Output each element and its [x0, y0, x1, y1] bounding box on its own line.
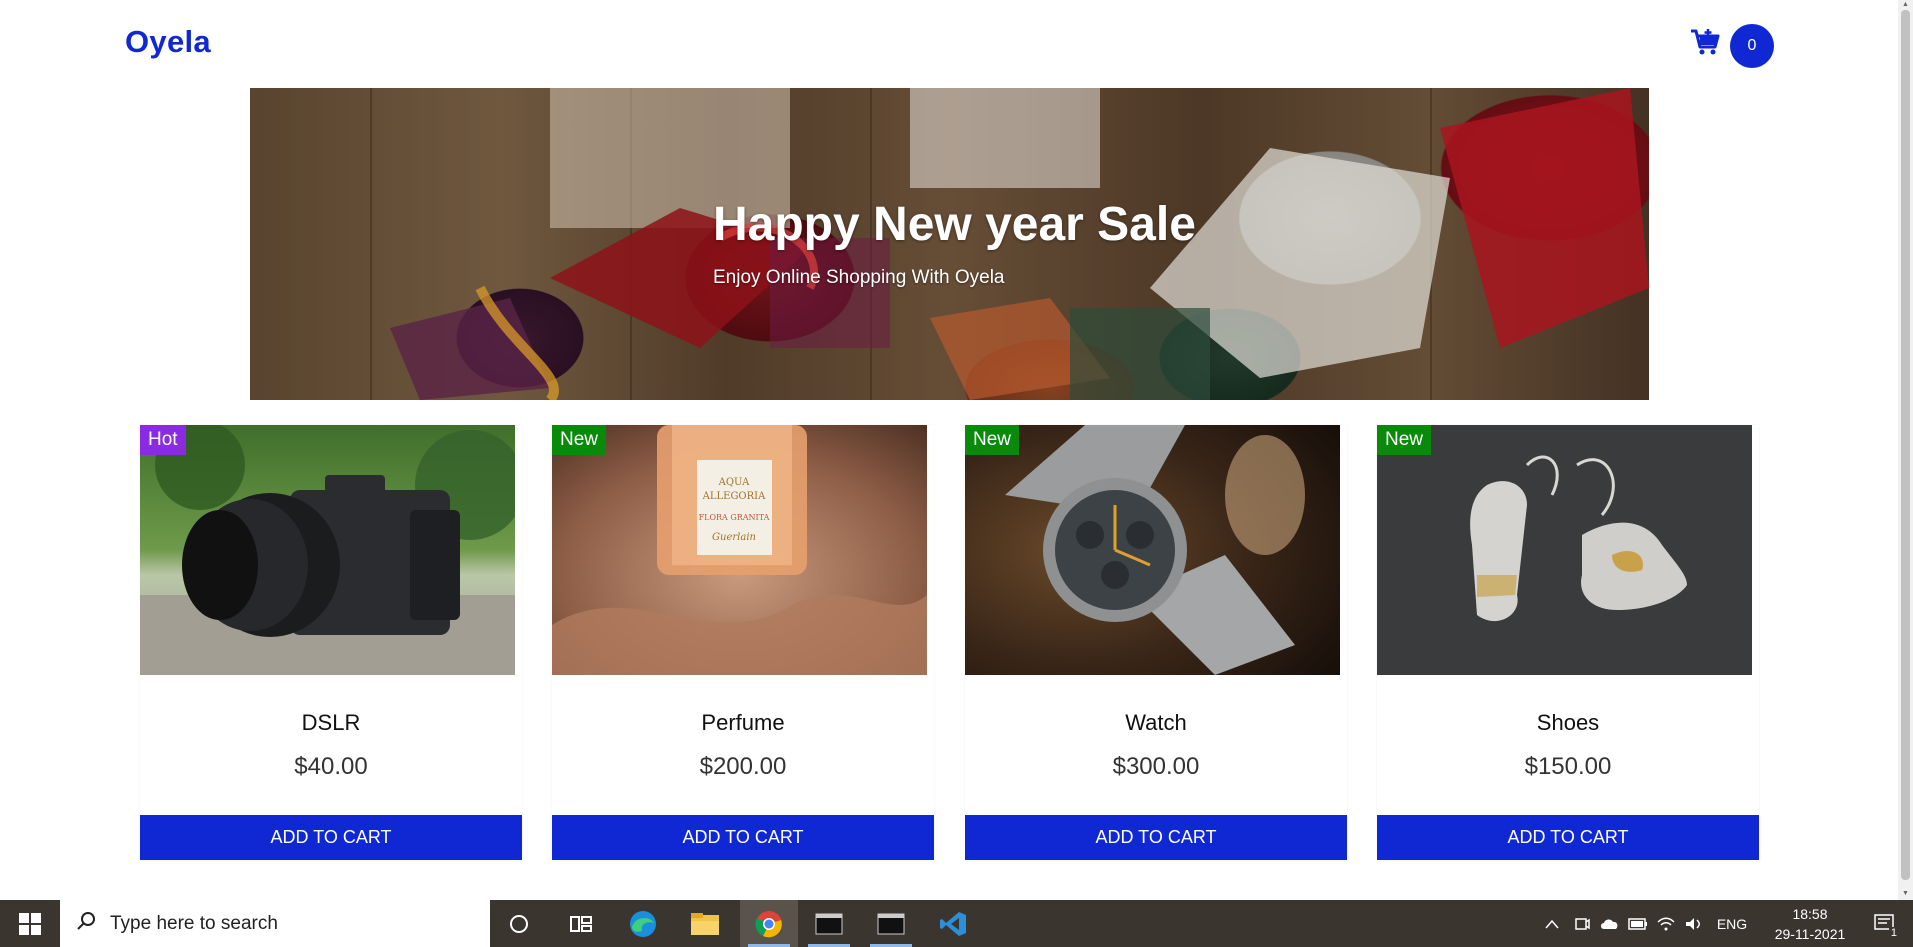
svg-text:ALLEGORIA: ALLEGORIA — [702, 491, 766, 502]
task-view-icon[interactable] — [552, 900, 610, 947]
chevron-up-icon[interactable] — [1540, 900, 1564, 947]
cart-icon[interactable] — [1690, 28, 1720, 56]
product-name[interactable]: Perfume — [552, 710, 934, 736]
svg-text:Guerlain: Guerlain — [712, 532, 756, 543]
notification-center-icon[interactable]: 1 — [1865, 900, 1905, 947]
product-card-watch: New Watch $300.00 ADD TO CART — [965, 425, 1347, 860]
product-image-watch[interactable] — [965, 425, 1340, 675]
new-badge: New — [552, 425, 607, 455]
file-explorer-icon[interactable] — [676, 900, 734, 947]
language-indicator[interactable]: ENG — [1712, 900, 1752, 947]
chrome-icon[interactable] — [740, 900, 798, 947]
terminal-icon[interactable] — [862, 900, 920, 947]
product-image-dslr[interactable] — [140, 425, 515, 675]
battery-icon[interactable] — [1626, 900, 1650, 947]
product-name[interactable]: Watch — [965, 710, 1347, 736]
product-name[interactable]: DSLR — [140, 710, 522, 736]
product-card-dslr: Hot DSLR $40.00 ADD TO CART — [140, 425, 522, 860]
add-to-cart-button[interactable]: ADD TO CART — [552, 815, 934, 860]
wifi-icon[interactable] — [1654, 900, 1678, 947]
product-price: $300.00 — [1112, 753, 1200, 780]
meet-now-icon[interactable] — [1570, 900, 1594, 947]
product-image-shoes[interactable] — [1377, 425, 1752, 675]
new-badge: New — [1377, 425, 1432, 455]
add-to-cart-button[interactable]: ADD TO CART — [965, 815, 1347, 860]
product-card-perfume: AQUA ALLEGORIA FLORA GRANITA Guerlain Ne… — [552, 425, 934, 860]
product-price: $40.00 — [294, 753, 368, 780]
product-price: $150.00 — [1524, 753, 1612, 780]
scroll-down-arrow-icon[interactable]: ▼ — [1898, 888, 1913, 900]
clock-time: 18:58 — [1792, 906, 1828, 922]
clock-date: 29-11-2021 — [1774, 926, 1846, 942]
taskbar-search-box[interactable]: Type here to search — [60, 900, 490, 947]
scrollbar-thumb[interactable] — [1901, 10, 1910, 880]
onedrive-icon[interactable] — [1598, 900, 1622, 947]
hero-subtitle: Enjoy Online Shopping With Oyela — [713, 267, 1005, 288]
vscode-icon[interactable] — [924, 900, 982, 947]
windows-start-icon[interactable] — [0, 900, 60, 947]
edge-icon[interactable] — [614, 900, 672, 947]
volume-icon[interactable] — [1682, 900, 1706, 947]
terminal-icon[interactable] — [800, 900, 858, 947]
product-image-perfume[interactable]: AQUA ALLEGORIA FLORA GRANITA Guerlain — [552, 425, 927, 675]
svg-text:FLORA GRANITA: FLORA GRANITA — [699, 513, 770, 522]
hero-title: Happy New year Sale — [713, 198, 1196, 251]
scroll-up-arrow-icon[interactable]: ▲ — [1898, 0, 1913, 10]
add-to-cart-button[interactable]: ADD TO CART — [140, 815, 522, 860]
taskbar: Type here to search ENG 18:58 29-11-2021… — [0, 900, 1913, 947]
brand-logo[interactable]: Oyela — [125, 24, 211, 60]
search-icon — [76, 911, 96, 936]
notification-count: 1 — [1888, 927, 1899, 939]
search-placeholder: Type here to search — [110, 912, 278, 934]
product-name[interactable]: Shoes — [1377, 710, 1759, 736]
taskbar-clock[interactable]: 18:58 29-11-2021 — [1765, 904, 1855, 944]
cart-count-badge[interactable]: 0 — [1730, 24, 1774, 68]
product-card-shoes: New Shoes $150.00 ADD TO CART — [1377, 425, 1759, 860]
new-badge: New — [965, 425, 1020, 455]
product-price: $200.00 — [699, 753, 787, 780]
cortana-icon[interactable] — [490, 900, 548, 947]
hot-badge: Hot — [140, 425, 186, 455]
add-to-cart-button[interactable]: ADD TO CART — [1377, 815, 1759, 860]
web-page: Oyela 0 Happy New year Sale Enjoy Online… — [0, 0, 1913, 900]
svg-text:AQUA: AQUA — [718, 477, 751, 488]
